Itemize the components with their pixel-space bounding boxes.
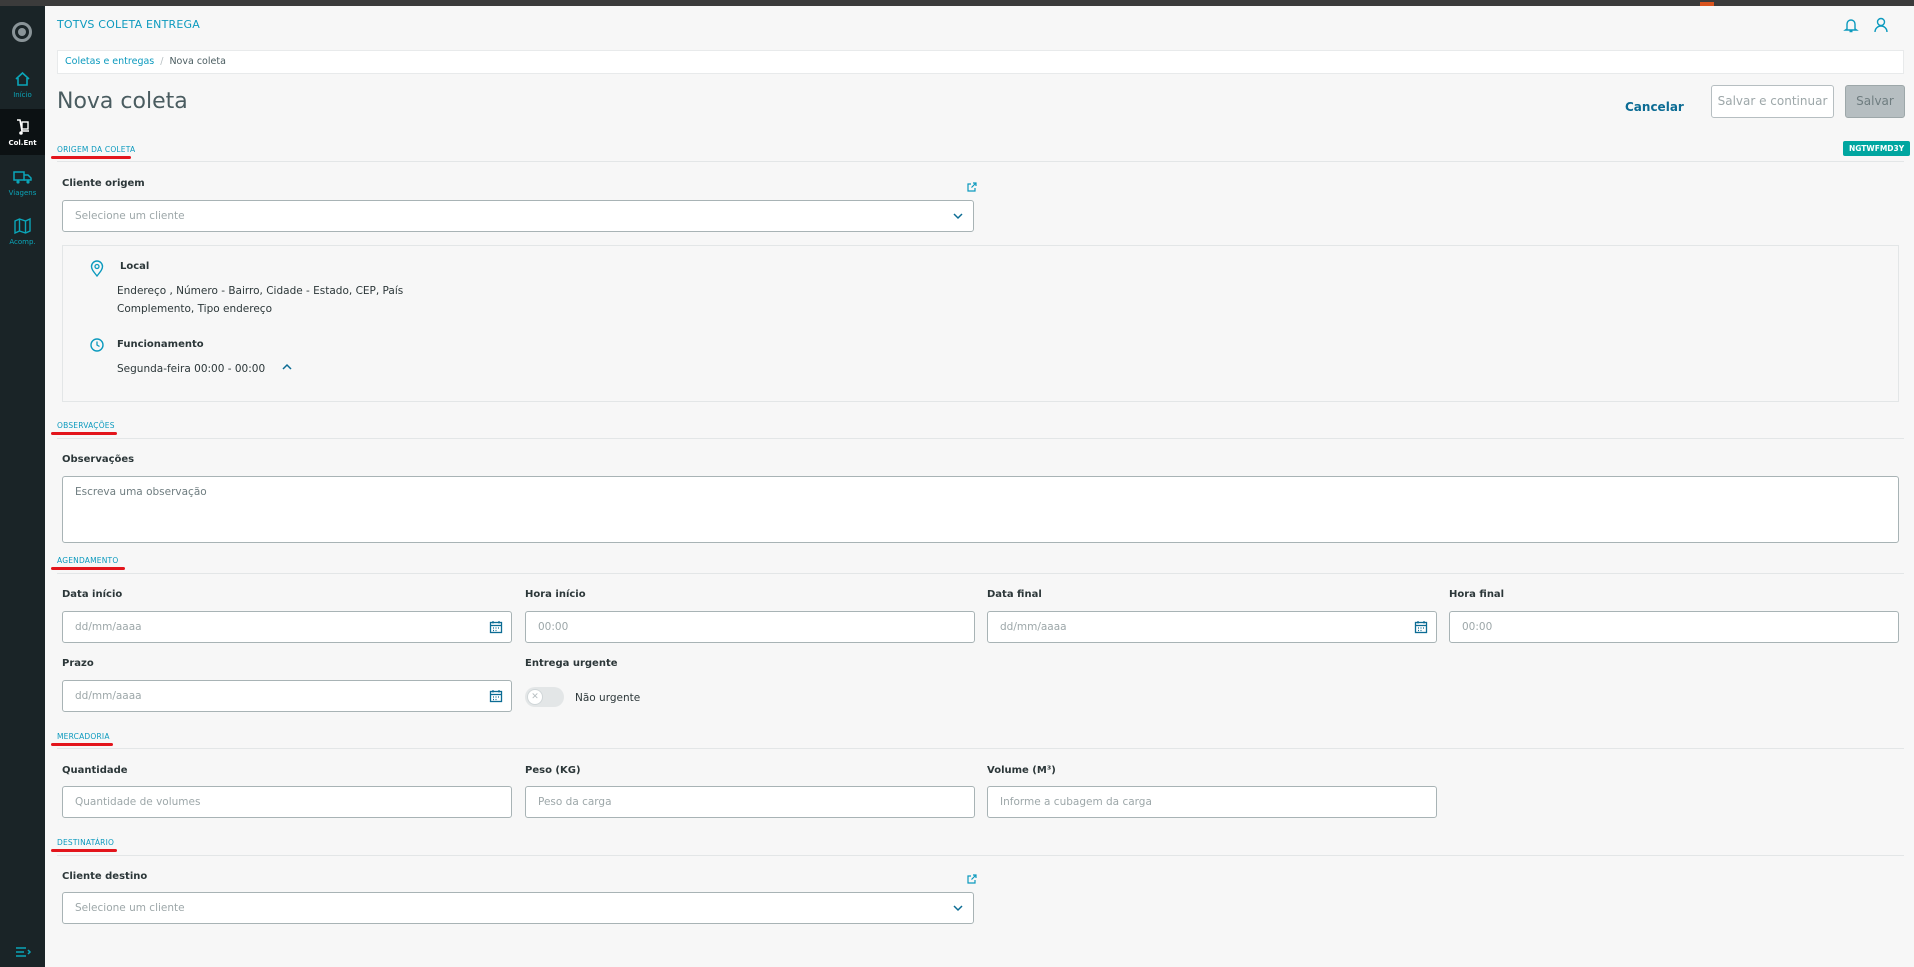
section-highlight-recipient [51, 849, 117, 852]
section-title-goods: MERCADORIA [57, 732, 110, 741]
start-time-input[interactable]: 00:00 [525, 611, 975, 643]
truck-icon [0, 167, 45, 187]
input-placeholder: Peso da carga [538, 796, 612, 808]
urgent-label: Entrega urgente [525, 658, 618, 669]
section-title-origin: ORIGEM DA COLETA [57, 145, 136, 154]
calendar-icon[interactable] [1414, 620, 1428, 634]
collect-id-badge: NGTWFMD3Y [1843, 141, 1911, 156]
chevron-down-icon [951, 901, 965, 915]
section-divider [57, 161, 1904, 162]
calendar-icon[interactable] [489, 689, 503, 703]
input-placeholder: Informe a cubagem da carga [1000, 796, 1152, 808]
weight-input[interactable]: Peso da carga [525, 786, 975, 818]
input-placeholder: dd/mm/aaaa [75, 621, 142, 633]
section-highlight-observations [51, 432, 117, 435]
origin-client-label: Cliente origem [62, 178, 145, 189]
input-placeholder: 00:00 [1462, 621, 1493, 633]
quantity-input[interactable]: Quantidade de volumes [62, 786, 512, 818]
input-placeholder: Quantidade de volumes [75, 796, 201, 808]
urgent-toggle[interactable]: ✕ [525, 687, 564, 707]
toggle-off-icon: ✕ [527, 689, 543, 705]
origin-client-select[interactable]: Selecione um cliente [62, 200, 974, 232]
input-placeholder: dd/mm/aaaa [1000, 621, 1067, 633]
input-placeholder: dd/mm/aaaa [75, 690, 142, 702]
section-title-observations: OBSERVAÇÕES [57, 421, 115, 430]
sidebar-item-viagens[interactable]: Viagens [0, 159, 45, 205]
sidebar-item-acomp[interactable]: Acomp. [0, 208, 45, 254]
breadcrumb: Coletas e entregas / Nova coleta [57, 50, 1904, 74]
volume-input[interactable]: Informe a cubagem da carga [987, 786, 1437, 818]
section-divider [57, 855, 1904, 856]
start-date-label: Data início [62, 589, 123, 600]
end-time-label: Hora final [1449, 589, 1505, 600]
sidebar-item-label: Viagens [8, 189, 37, 197]
app-title: TOTVS COLETA ENTREGA [57, 18, 200, 31]
section-highlight-origin [51, 156, 131, 159]
chevron-down-icon [951, 209, 965, 223]
chevron-up-icon[interactable] [280, 360, 294, 374]
section-divider [57, 573, 1904, 574]
sidebar-item-inicio[interactable]: Início [0, 61, 45, 107]
end-date-input[interactable]: dd/mm/aaaa [987, 611, 1437, 643]
breadcrumb-current: Nova coleta [169, 56, 226, 67]
section-title-scheduling: AGENDAMENTO [57, 556, 119, 565]
calendar-icon[interactable] [489, 620, 503, 634]
external-link-icon[interactable] [966, 181, 978, 193]
app-logo-icon[interactable] [12, 22, 32, 42]
hours-label: Funcionamento [117, 339, 204, 350]
user-icon[interactable] [1872, 16, 1890, 34]
input-placeholder: 00:00 [538, 621, 569, 633]
save-and-continue-button[interactable]: Salvar e continuar [1711, 85, 1834, 118]
recipient-client-select[interactable]: Selecione um cliente [62, 892, 974, 924]
deadline-label: Prazo [62, 658, 94, 669]
section-highlight-scheduling [51, 567, 125, 570]
quantity-label: Quantidade [62, 765, 128, 776]
select-placeholder: Selecione um cliente [75, 902, 185, 914]
external-link-icon[interactable] [966, 873, 978, 885]
section-highlight-goods [51, 743, 113, 746]
weight-label: Peso (KG) [525, 765, 581, 776]
origin-location-panel: Local Endereço , Número - Bairro, Cidade… [62, 245, 1899, 402]
sidebar-item-label: Início [13, 91, 32, 99]
hours-value: Segunda-feira 00:00 - 00:00 [117, 363, 266, 375]
urgent-toggle-label: Não urgente [575, 692, 641, 704]
address-line-2: Complemento, Tipo endereço [117, 303, 273, 315]
observations-label: Observações [62, 454, 135, 465]
breadcrumb-separator: / [160, 56, 164, 67]
select-placeholder: Selecione um cliente [75, 210, 185, 222]
collapse-menu-icon[interactable] [13, 944, 33, 960]
end-date-label: Data final [987, 589, 1042, 600]
cancel-button[interactable]: Cancelar [1625, 90, 1684, 124]
hand-truck-icon [0, 117, 45, 137]
start-time-label: Hora início [525, 589, 586, 600]
breadcrumb-link-coletas[interactable]: Coletas e entregas [65, 56, 154, 67]
page-title: Nova coleta [57, 89, 188, 114]
observations-textarea[interactable]: Escreva uma observação [62, 476, 1899, 543]
section-divider [57, 438, 1904, 439]
sidebar: Início Col.Ent Viagens Acomp. [0, 6, 45, 967]
map-icon [0, 216, 45, 236]
start-date-input[interactable]: dd/mm/aaaa [62, 611, 512, 643]
sidebar-item-label: Col.Ent [8, 139, 37, 147]
main-content: TOTVS COLETA ENTREGA Coletas e entregas /… [45, 6, 1914, 967]
save-button[interactable]: Salvar [1845, 85, 1905, 118]
location-pin-icon [89, 260, 105, 278]
recipient-client-label: Cliente destino [62, 871, 148, 882]
home-icon [0, 69, 45, 89]
deadline-input[interactable]: dd/mm/aaaa [62, 680, 512, 712]
section-divider [57, 748, 1904, 749]
sidebar-item-colent[interactable]: Col.Ent [0, 109, 45, 155]
clock-icon [89, 337, 105, 353]
section-title-recipient: DESTINATÁRIO [57, 838, 115, 847]
end-time-input[interactable]: 00:00 [1449, 611, 1899, 643]
local-label: Local [120, 261, 150, 272]
address-line-1: Endereço , Número - Bairro, Cidade - Est… [117, 285, 404, 297]
sidebar-item-label: Acomp. [9, 238, 36, 246]
volume-label: Volume (M³) [987, 765, 1056, 776]
bell-icon[interactable] [1842, 16, 1860, 34]
